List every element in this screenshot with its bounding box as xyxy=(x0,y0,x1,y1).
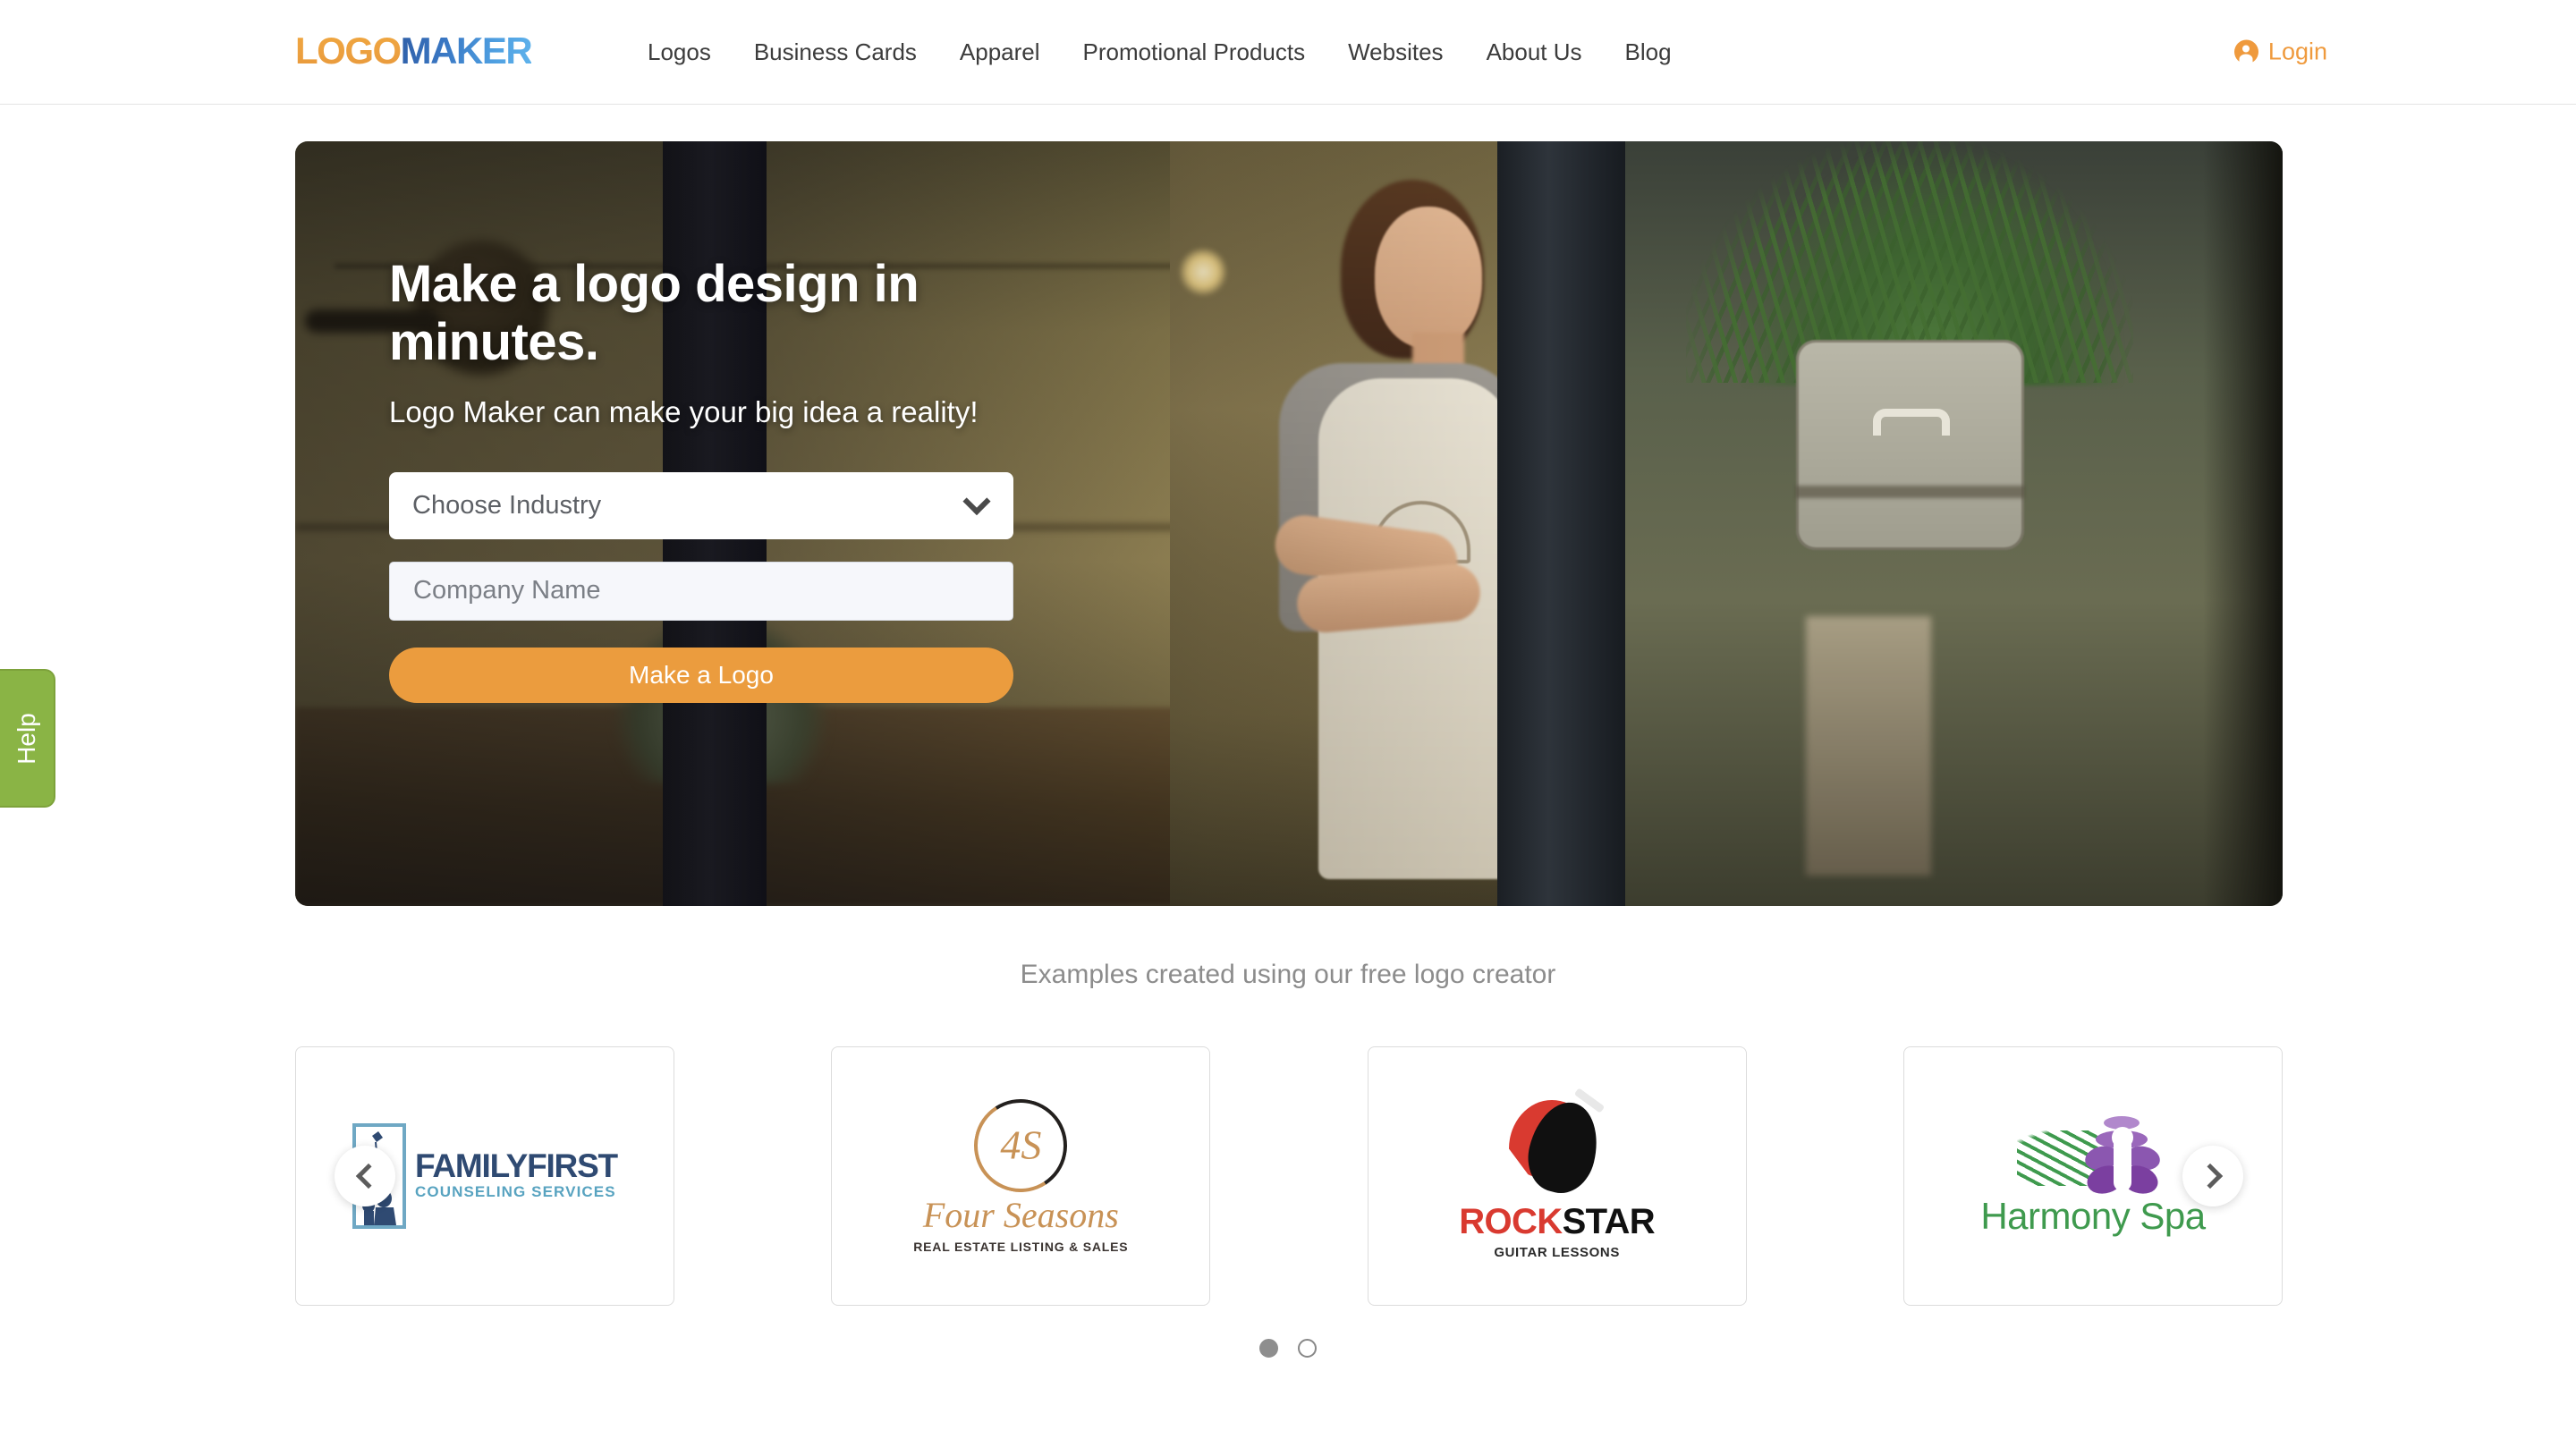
harmony-spa-logo-art: Harmony Spa xyxy=(1980,1114,2206,1238)
main-navigation: Logos Business Cards Apparel Promotional… xyxy=(626,0,1693,105)
nav-item-business-cards[interactable]: Business Cards xyxy=(733,38,938,66)
nav-item-websites[interactable]: Websites xyxy=(1326,38,1464,66)
hero-subtitle: Logo Maker can make your big idea a real… xyxy=(389,394,979,428)
industry-select-value: Choose Industry xyxy=(412,490,602,520)
hero-title: Make a logo design in minutes. xyxy=(389,255,919,371)
examples-caption: Examples created using our free logo cre… xyxy=(1020,960,1556,989)
site-header: LOGOMAKER Logos Business Cards Apparel P… xyxy=(0,0,2576,105)
make-a-logo-button[interactable]: Make a Logo xyxy=(389,647,1013,703)
rockstar-logo-art: ROCK STAR GUITAR LESSONS xyxy=(1459,1087,1656,1260)
chevron-down-icon xyxy=(962,487,991,516)
brand-logo-text: LOGO xyxy=(295,30,402,72)
hero-banner: Make a logo design in minutes. Logo Make… xyxy=(295,141,2283,906)
four-seasons-ring-icon: 4S xyxy=(974,1099,1067,1192)
user-circle-icon xyxy=(2233,39,2258,64)
example-card-rockstar[interactable]: ROCK STAR GUITAR LESSONS xyxy=(1367,1046,1747,1306)
nav-item-about-us[interactable]: About Us xyxy=(1465,38,1604,66)
four-seasons-tagline: REAL ESTATE LISTING & SALES xyxy=(913,1239,1129,1254)
four-seasons-monogram: 4S xyxy=(1000,1121,1042,1167)
four-seasons-logo-art: 4S Four Seasons REAL ESTATE LISTING & SA… xyxy=(913,1099,1128,1254)
four-seasons-name: Four Seasons xyxy=(922,1194,1119,1235)
rockstar-tagline: GUITAR LESSONS xyxy=(1494,1244,1620,1260)
carousel-pagination xyxy=(0,1339,2576,1358)
examples-carousel: FAMILYFIRST COUNSELING SERVICES 4S Four … xyxy=(295,1046,2283,1306)
nav-item-logos[interactable]: Logos xyxy=(626,38,733,66)
carousel-prev-button[interactable] xyxy=(335,1146,395,1206)
help-tab-label: Help xyxy=(13,712,40,765)
industry-select[interactable]: Choose Industry xyxy=(389,471,1013,539)
brand-maker-text: MAKER xyxy=(400,30,533,72)
nav-item-promotional-products[interactable]: Promotional Products xyxy=(1062,38,1327,66)
carousel-next-button[interactable] xyxy=(2182,1146,2243,1206)
login-button[interactable]: Login xyxy=(2233,38,2327,66)
familyfirst-tagline: COUNSELING SERVICES xyxy=(415,1183,616,1201)
familyfirst-name: FAMILYFIRST xyxy=(415,1147,618,1185)
chevron-right-icon xyxy=(2197,1163,2223,1189)
rockstar-name-part1: ROCK xyxy=(1459,1201,1563,1241)
hero-content: Make a logo design in minutes. Logo Make… xyxy=(389,255,1123,703)
carousel-dot-1[interactable] xyxy=(1259,1339,1278,1358)
example-card-four-seasons[interactable]: 4S Four Seasons REAL ESTATE LISTING & SA… xyxy=(831,1046,1211,1306)
carousel-dot-2[interactable] xyxy=(1298,1339,1317,1358)
example-cards-list: FAMILYFIRST COUNSELING SERVICES 4S Four … xyxy=(295,1046,2283,1306)
login-label: Login xyxy=(2267,38,2327,65)
company-name-input[interactable] xyxy=(389,561,1013,621)
guitar-pick-icon xyxy=(1504,1087,1611,1199)
rockstar-name-part2: STAR xyxy=(1562,1201,1656,1241)
harmony-spa-name: Harmony Spa xyxy=(1980,1195,2206,1237)
nav-item-blog[interactable]: Blog xyxy=(1604,38,1693,66)
help-tab[interactable]: Help xyxy=(0,669,55,808)
brand-logo[interactable]: LOGOMAKER xyxy=(295,30,533,72)
chevron-left-icon xyxy=(355,1163,381,1189)
spa-stones-icon xyxy=(2016,1114,2169,1200)
nav-item-apparel[interactable]: Apparel xyxy=(938,38,1062,66)
